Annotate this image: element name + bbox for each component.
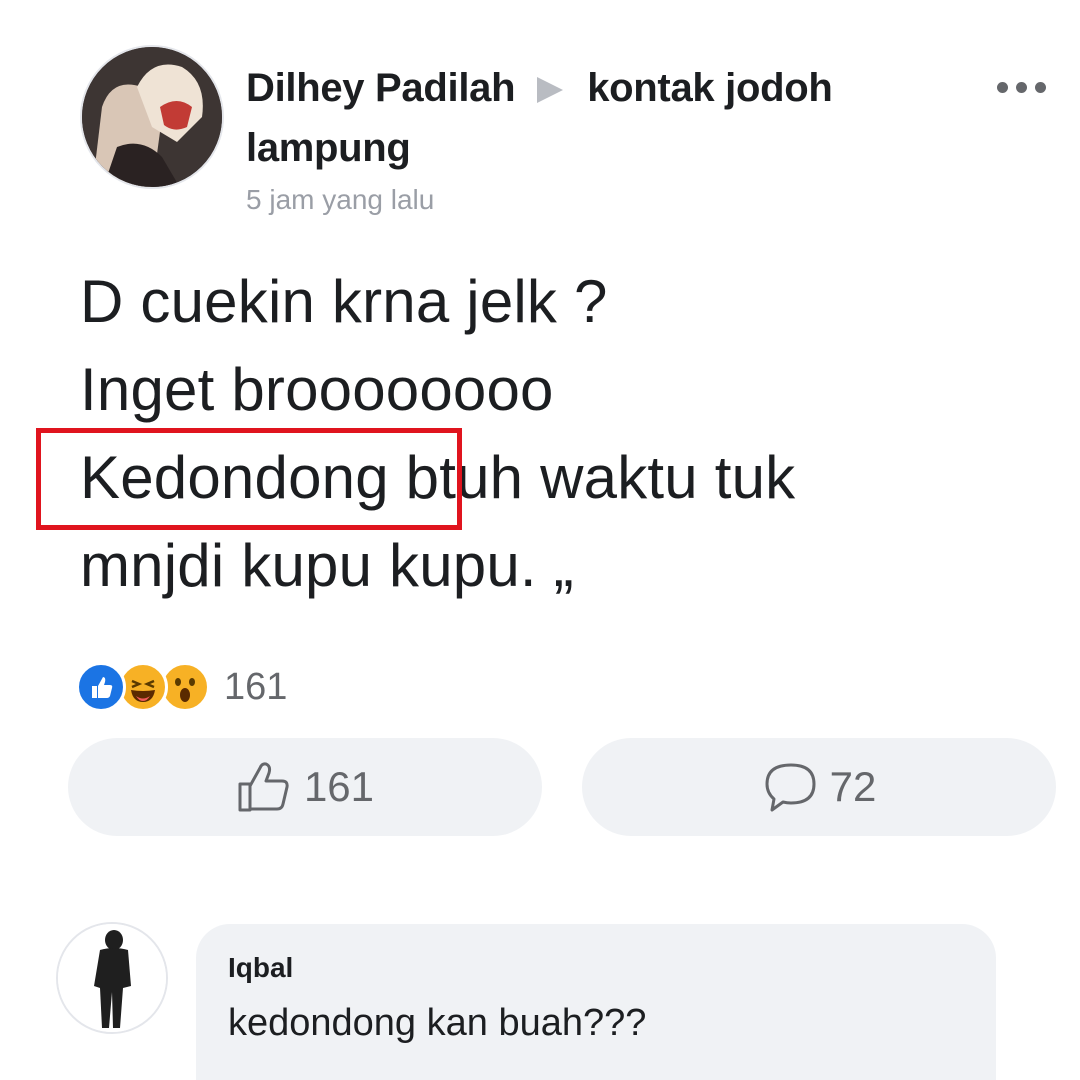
thumbs-up-icon — [238, 762, 289, 812]
post-body: D cuekin krna jelk ? Inget broooooooo Ke… — [80, 258, 1040, 610]
share-arrow-icon — [537, 77, 564, 103]
facebook-post-screen: Dilhey Padilah kontak jodoh lampung 5 jam… — [0, 0, 1080, 1080]
author-avatar-image — [82, 47, 222, 187]
more-options-button[interactable] — [997, 82, 1046, 93]
comment-bubble-icon — [765, 763, 816, 812]
commenter-avatar-image — [58, 924, 166, 1032]
comment-text: kedondong kan buah??? — [228, 1002, 647, 1044]
group-name-continued[interactable]: lampung — [246, 118, 946, 178]
author-line: Dilhey Padilah kontak jodoh — [246, 58, 946, 118]
comment-count: 72 — [829, 763, 877, 810]
author-avatar[interactable] — [80, 45, 224, 189]
like-button[interactable]: 161 — [68, 738, 542, 836]
post-timestamp[interactable]: 5 jam yang lalu — [246, 182, 946, 218]
commenter-avatar[interactable] — [56, 922, 168, 1034]
post-line: D cuekin krna jelk ? — [80, 268, 608, 335]
more-dot-icon — [1016, 82, 1027, 93]
comment-button[interactable]: 72 — [582, 738, 1056, 836]
like-count: 161 — [303, 763, 375, 810]
post-header: Dilhey Padilah kontak jodoh lampung 5 jam… — [246, 58, 946, 218]
reaction-count: 161 — [224, 665, 288, 708]
reaction-summary[interactable]: 161 — [76, 662, 287, 712]
more-dot-icon — [1035, 82, 1046, 93]
like-icon — [76, 662, 126, 712]
author-name[interactable]: Dilhey Padilah — [246, 66, 516, 110]
post-line: Kedondong btuh waktu tuk — [80, 444, 796, 511]
post-line: Inget broooooooo — [80, 356, 554, 423]
group-name[interactable]: kontak jodoh — [587, 66, 833, 110]
reaction-icons — [76, 662, 210, 712]
comment-author[interactable]: Iqbal — [228, 952, 293, 984]
more-dot-icon — [997, 82, 1008, 93]
comment-bubble[interactable]: Iqbal kedondong kan buah??? — [196, 924, 996, 1080]
post-line: mnjdi kupu kupu. „ — [80, 532, 574, 599]
